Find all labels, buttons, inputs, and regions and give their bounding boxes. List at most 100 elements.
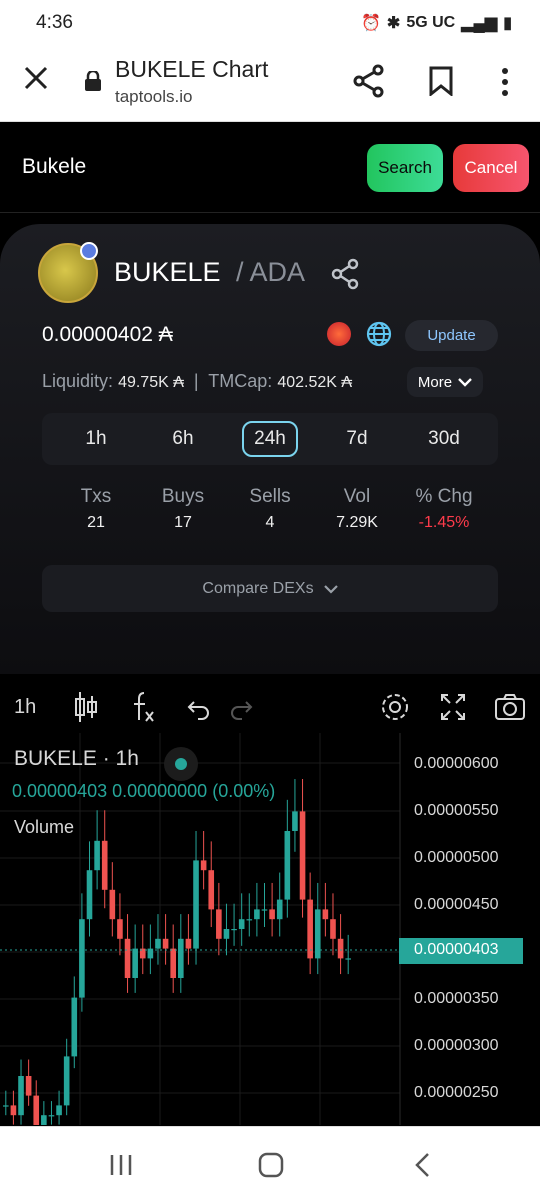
- candle-body: [101, 840, 108, 890]
- verified-badge-icon: [80, 242, 98, 260]
- candle-body: [86, 870, 93, 920]
- page-url[interactable]: taptools.io: [115, 87, 193, 107]
- recent-apps-icon[interactable]: [106, 1151, 136, 1179]
- candle-body: [337, 938, 344, 959]
- axis-label-250: 0.00000250: [414, 1084, 499, 1101]
- page-title: BUKELE Chart: [115, 56, 269, 82]
- cancel-button[interactable]: Cancel: [453, 144, 529, 192]
- globe-icon[interactable]: [366, 321, 392, 347]
- candle-body: [56, 1105, 62, 1116]
- candle-body: [299, 811, 306, 900]
- token-pair: / ADA: [236, 257, 306, 287]
- candle-body: [33, 1095, 40, 1125]
- more-vert-icon[interactable]: [494, 66, 516, 98]
- interval-button[interactable]: 1h: [14, 690, 36, 724]
- search-button[interactable]: Search: [367, 144, 443, 192]
- candle-body: [25, 1076, 32, 1096]
- timeframe-6h[interactable]: 6h: [153, 413, 213, 465]
- bluetooth-icon: ✱: [386, 15, 401, 32]
- more-label: More: [417, 373, 453, 391]
- close-icon[interactable]: [22, 64, 50, 92]
- search-header: Bukele Search Cancel: [0, 123, 540, 213]
- candle-body: [330, 919, 336, 939]
- settings-gear-icon[interactable]: [379, 690, 411, 724]
- update-button[interactable]: Update: [405, 320, 498, 351]
- current-price-tag: 0.00000403: [399, 938, 523, 964]
- liquidity-value: 49.75K ₳: [118, 374, 184, 391]
- candle-body: [254, 909, 260, 920]
- timeframe-24h[interactable]: 24h: [240, 413, 300, 465]
- candle-body: [124, 938, 131, 978]
- liquidity-label: Liquidity:: [42, 371, 114, 391]
- candle-body: [193, 860, 199, 949]
- token-name: BUKELE: [114, 257, 221, 287]
- stat-buys: Buys 17: [161, 486, 205, 531]
- stat-pct-change: % Chg -1.45%: [415, 486, 473, 531]
- candle-body: [155, 938, 161, 949]
- timeframe-selector: 1h 6h 24h 7d 30d: [42, 413, 498, 465]
- candle-body: [238, 919, 245, 929]
- battery-icon: ▮: [503, 15, 512, 32]
- candles-icon[interactable]: [74, 690, 98, 724]
- status-time: 4:36: [36, 12, 73, 33]
- camera-icon[interactable]: [494, 690, 526, 724]
- search-query[interactable]: Bukele: [22, 155, 86, 179]
- redo-icon[interactable]: [228, 690, 254, 724]
- dex-logo-icon[interactable]: [327, 322, 351, 346]
- candle-body: [79, 919, 85, 998]
- candle-body: [292, 811, 298, 831]
- axis-label-350: 0.00000350: [414, 990, 499, 1007]
- candle-body: [109, 889, 116, 920]
- timeframe-30d[interactable]: 30d: [414, 413, 474, 465]
- chart-legend: BUKELE · 1h: [14, 747, 139, 770]
- chart-ohlc: 0.00000403 0.00000000 (0.00%): [12, 781, 276, 801]
- legend-status-icon[interactable]: [164, 747, 198, 781]
- system-nav-bar: [0, 1126, 540, 1200]
- candle-body: [71, 997, 78, 1057]
- back-icon[interactable]: [408, 1151, 438, 1179]
- status-icons: ⏰ ✱ 5G UC ▂▄▆ ▮: [361, 13, 512, 33]
- stat-sells: Sells 4: [249, 486, 291, 531]
- candle-body: [284, 831, 291, 900]
- candle-body: [231, 929, 237, 931]
- compare-dexs-label: Compare DEXs: [202, 579, 314, 597]
- candle-body: [208, 870, 215, 910]
- home-icon[interactable]: [256, 1151, 286, 1179]
- timeframe-1h[interactable]: 1h: [66, 413, 126, 465]
- candle-body: [10, 1105, 17, 1116]
- candle-body: [41, 1115, 47, 1125]
- compare-dexs-button[interactable]: Compare DEXs: [42, 565, 498, 612]
- candle-body: [18, 1076, 24, 1116]
- timeframe-7d[interactable]: 7d: [327, 413, 387, 465]
- candle-body: [3, 1105, 9, 1107]
- bookmark-icon[interactable]: [428, 66, 454, 96]
- undo-icon[interactable]: [186, 690, 212, 724]
- axis-label-600: 0.00000600: [414, 755, 499, 772]
- token-price: 0.00000402 ₳: [42, 323, 173, 346]
- indicators-icon[interactable]: [130, 690, 156, 724]
- candle-body: [322, 909, 329, 920]
- candle-body: [170, 948, 176, 978]
- share-token-icon[interactable]: [330, 258, 360, 290]
- candle-body: [162, 938, 169, 949]
- more-button[interactable]: More: [407, 367, 483, 397]
- lock-icon[interactable]: [84, 71, 102, 91]
- tmcap-value: 402.52K ₳: [277, 374, 353, 391]
- candle-body: [185, 938, 192, 949]
- chevron-down-icon: [458, 378, 472, 387]
- candle-body: [132, 948, 138, 978]
- separator: |: [193, 371, 199, 391]
- candle-body: [94, 840, 100, 871]
- candle-body: [276, 899, 283, 920]
- signal-icon: ▂▄▆: [461, 15, 498, 32]
- price-chart[interactable]: BUKELE · 1h 0.00000403 0.00000000 (0.00%…: [0, 733, 540, 1125]
- candle-body: [48, 1115, 55, 1117]
- chevron-down-icon: [323, 584, 338, 594]
- axis-label-500: 0.00000500: [414, 849, 499, 866]
- volume-label: Volume: [14, 817, 75, 837]
- candle-body: [117, 919, 123, 939]
- candle-body: [63, 1056, 70, 1106]
- share-icon[interactable]: [352, 64, 386, 98]
- fullscreen-icon[interactable]: [439, 690, 467, 724]
- candle-body: [269, 909, 275, 920]
